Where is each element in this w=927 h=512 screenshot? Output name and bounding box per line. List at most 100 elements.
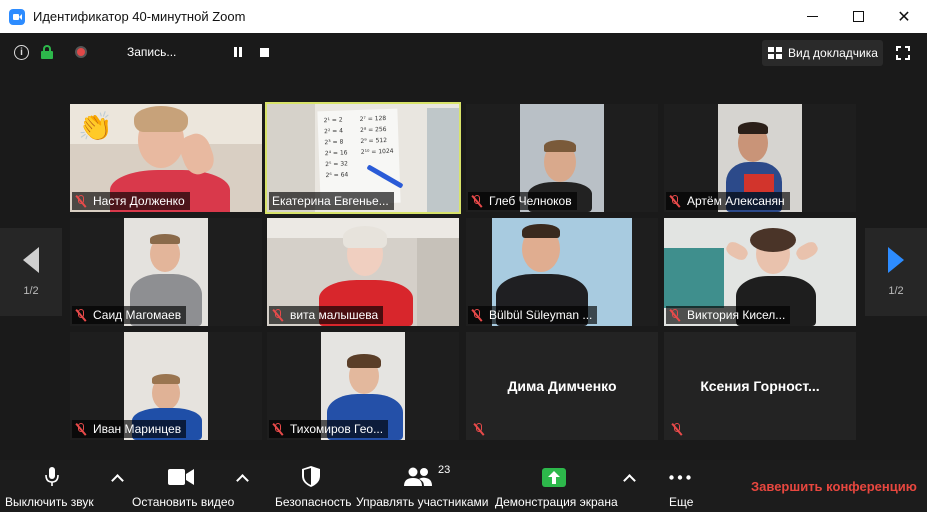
close-button[interactable]: ✕ xyxy=(881,0,927,33)
video-camera-icon xyxy=(168,469,194,485)
video-tile[interactable]: Глеб Челноков xyxy=(466,104,658,212)
participant-name-label: вита малышева xyxy=(269,306,384,324)
participant-name-label: Виктория Кисел... xyxy=(666,306,791,324)
whiteboard-line: 2¹⁰ = 1024 xyxy=(360,147,394,156)
participant-name: Дима Димченко xyxy=(507,378,617,394)
audio-options-chevron-icon[interactable] xyxy=(111,474,124,487)
minimize-button[interactable] xyxy=(789,0,835,33)
video-label: Остановить видео xyxy=(132,495,235,509)
muted-mic-icon xyxy=(671,423,683,436)
video-tile[interactable]: вита малышева xyxy=(267,218,459,326)
stop-video-button[interactable]: Остановить видео xyxy=(128,460,234,512)
minimize-icon xyxy=(806,16,818,17)
shield-icon xyxy=(302,466,320,487)
clap-reaction-icon: 👏 xyxy=(78,111,113,142)
whiteboard-line: 2⁵ = 32 xyxy=(325,160,349,169)
maximize-button[interactable] xyxy=(835,0,881,33)
more-label: Еще xyxy=(669,495,694,509)
video-tile-active-speaker[interactable]: 2¹ = 2 2² = 4 2³ = 8 2⁴ = 16 2⁵ = 32 2⁶ … xyxy=(265,102,461,214)
participant-name-label: Саид Магомаев xyxy=(72,306,187,324)
fullscreen-icon[interactable] xyxy=(896,46,910,60)
muted-mic-icon xyxy=(473,423,485,436)
more-button[interactable]: Еще xyxy=(660,460,702,512)
video-options-chevron-icon[interactable] xyxy=(236,474,249,487)
whiteboard-line: 2⁶ = 64 xyxy=(325,171,349,180)
video-tile[interactable]: 👏 Настя Долженко xyxy=(70,104,262,212)
grid-view-icon xyxy=(768,47,782,59)
whiteboard-line: 2¹ = 2 xyxy=(323,116,343,125)
whiteboard-line: 2⁴ = 16 xyxy=(324,149,348,158)
participant-name: Глеб Челноков xyxy=(489,194,572,208)
video-tile[interactable]: Тихомиров Гео... xyxy=(267,332,459,440)
share-screen-button[interactable]: Демонстрация экрана xyxy=(493,460,619,512)
mute-label: Выключить звук xyxy=(5,495,94,509)
whiteboard-line: 2³ = 8 xyxy=(324,138,344,147)
window-title: Идентификатор 40-минутной Zoom xyxy=(33,9,246,24)
participant-name: Bülbül Süleyman ... xyxy=(489,308,593,322)
muted-mic-icon xyxy=(272,422,284,436)
participant-name: Тихомиров Гео... xyxy=(290,422,384,436)
arrow-right-icon xyxy=(888,247,904,273)
muted-mic-icon xyxy=(75,422,87,436)
share-screen-icon xyxy=(542,468,566,487)
microphone-icon xyxy=(45,467,59,486)
whiteboard-line: 2² = 4 xyxy=(323,127,344,136)
participant-name: вита малышева xyxy=(290,308,379,322)
video-tile[interactable]: Bülbül Süleyman ... xyxy=(466,218,658,326)
muted-mic-icon xyxy=(471,194,483,208)
encryption-lock-icon[interactable] xyxy=(41,45,53,59)
muted-mic-icon xyxy=(471,308,483,322)
meeting-topbar: i Запись... Вид докладчика xyxy=(0,33,927,73)
muted-mic-icon xyxy=(272,308,284,322)
participant-name-label: Глеб Челноков xyxy=(468,192,577,210)
participant-name: Настя Долженко xyxy=(93,194,185,208)
participant-name-label: Настя Долженко xyxy=(72,192,190,210)
security-label: Безопасность xyxy=(275,495,352,509)
muted-mic-icon xyxy=(75,308,87,322)
page-indicator-right: 1/2 xyxy=(888,285,904,297)
muted-mic-icon xyxy=(669,308,681,322)
video-tile[interactable]: Артём Алексанян xyxy=(664,104,856,212)
video-tile[interactable]: Виктория Кисел... xyxy=(664,218,856,326)
next-page-button[interactable]: 1/2 xyxy=(865,228,927,316)
recording-indicator-icon xyxy=(75,46,87,58)
participants-icon xyxy=(404,467,432,486)
previous-page-button[interactable]: 1/2 xyxy=(0,228,62,316)
video-tile[interactable]: Саид Магомаев xyxy=(70,218,262,326)
participant-name-label: Bülbül Süleyman ... xyxy=(468,306,598,324)
participant-name-label: Екатерина Евгенье... xyxy=(269,192,394,210)
participant-name-label: Иван Маринцев xyxy=(72,420,187,438)
speaker-view-button[interactable]: Вид докладчика xyxy=(762,40,883,66)
video-tile[interactable]: Иван Маринцев xyxy=(70,332,262,440)
window-controls: ✕ xyxy=(789,0,927,33)
info-icon-glyph: i xyxy=(20,47,23,58)
speaker-view-label: Вид докладчика xyxy=(788,46,878,60)
participants-count-badge: 23 xyxy=(438,464,451,476)
share-options-chevron-icon[interactable] xyxy=(623,474,636,487)
muted-mic-icon xyxy=(669,194,681,208)
recording-label: Запись... xyxy=(127,45,177,59)
participant-name: Екатерина Евгенье... xyxy=(272,194,389,208)
maximize-icon xyxy=(852,11,864,22)
whiteboard-paper: 2¹ = 2 2² = 4 2³ = 8 2⁴ = 16 2⁵ = 32 2⁶ … xyxy=(317,108,401,206)
manage-participants-button[interactable]: 23 Управлять участниками xyxy=(354,460,490,512)
mute-button[interactable]: Выключить звук xyxy=(0,460,110,512)
participant-name: Артём Алексанян xyxy=(687,194,785,208)
participant-name: Иван Маринцев xyxy=(93,422,182,436)
zoom-app-icon xyxy=(9,8,25,25)
video-tile-no-video[interactable]: Дима Димченко xyxy=(466,332,658,440)
security-button[interactable]: Безопасность xyxy=(272,460,352,512)
participant-name-label: Тихомиров Гео... xyxy=(269,420,389,438)
stop-recording-icon[interactable] xyxy=(260,48,269,57)
participant-name: Виктория Кисел... xyxy=(687,308,786,322)
participant-name-label: Артём Алексанян xyxy=(666,192,790,210)
close-icon: ✕ xyxy=(897,8,911,26)
end-meeting-button[interactable]: Завершить конференцию xyxy=(751,479,917,494)
meeting-controls-toolbar: Выключить звук Остановить видео Безопасн… xyxy=(0,460,927,512)
window-titlebar: Идентификатор 40-минутной Zoom ✕ xyxy=(0,0,927,33)
pause-recording-icon[interactable] xyxy=(233,47,243,57)
video-tile-no-video[interactable]: Ксения Горност... xyxy=(664,332,856,440)
info-icon[interactable]: i xyxy=(14,45,29,60)
participants-label: Управлять участниками xyxy=(356,495,489,509)
page-indicator-left: 1/2 xyxy=(23,285,39,297)
